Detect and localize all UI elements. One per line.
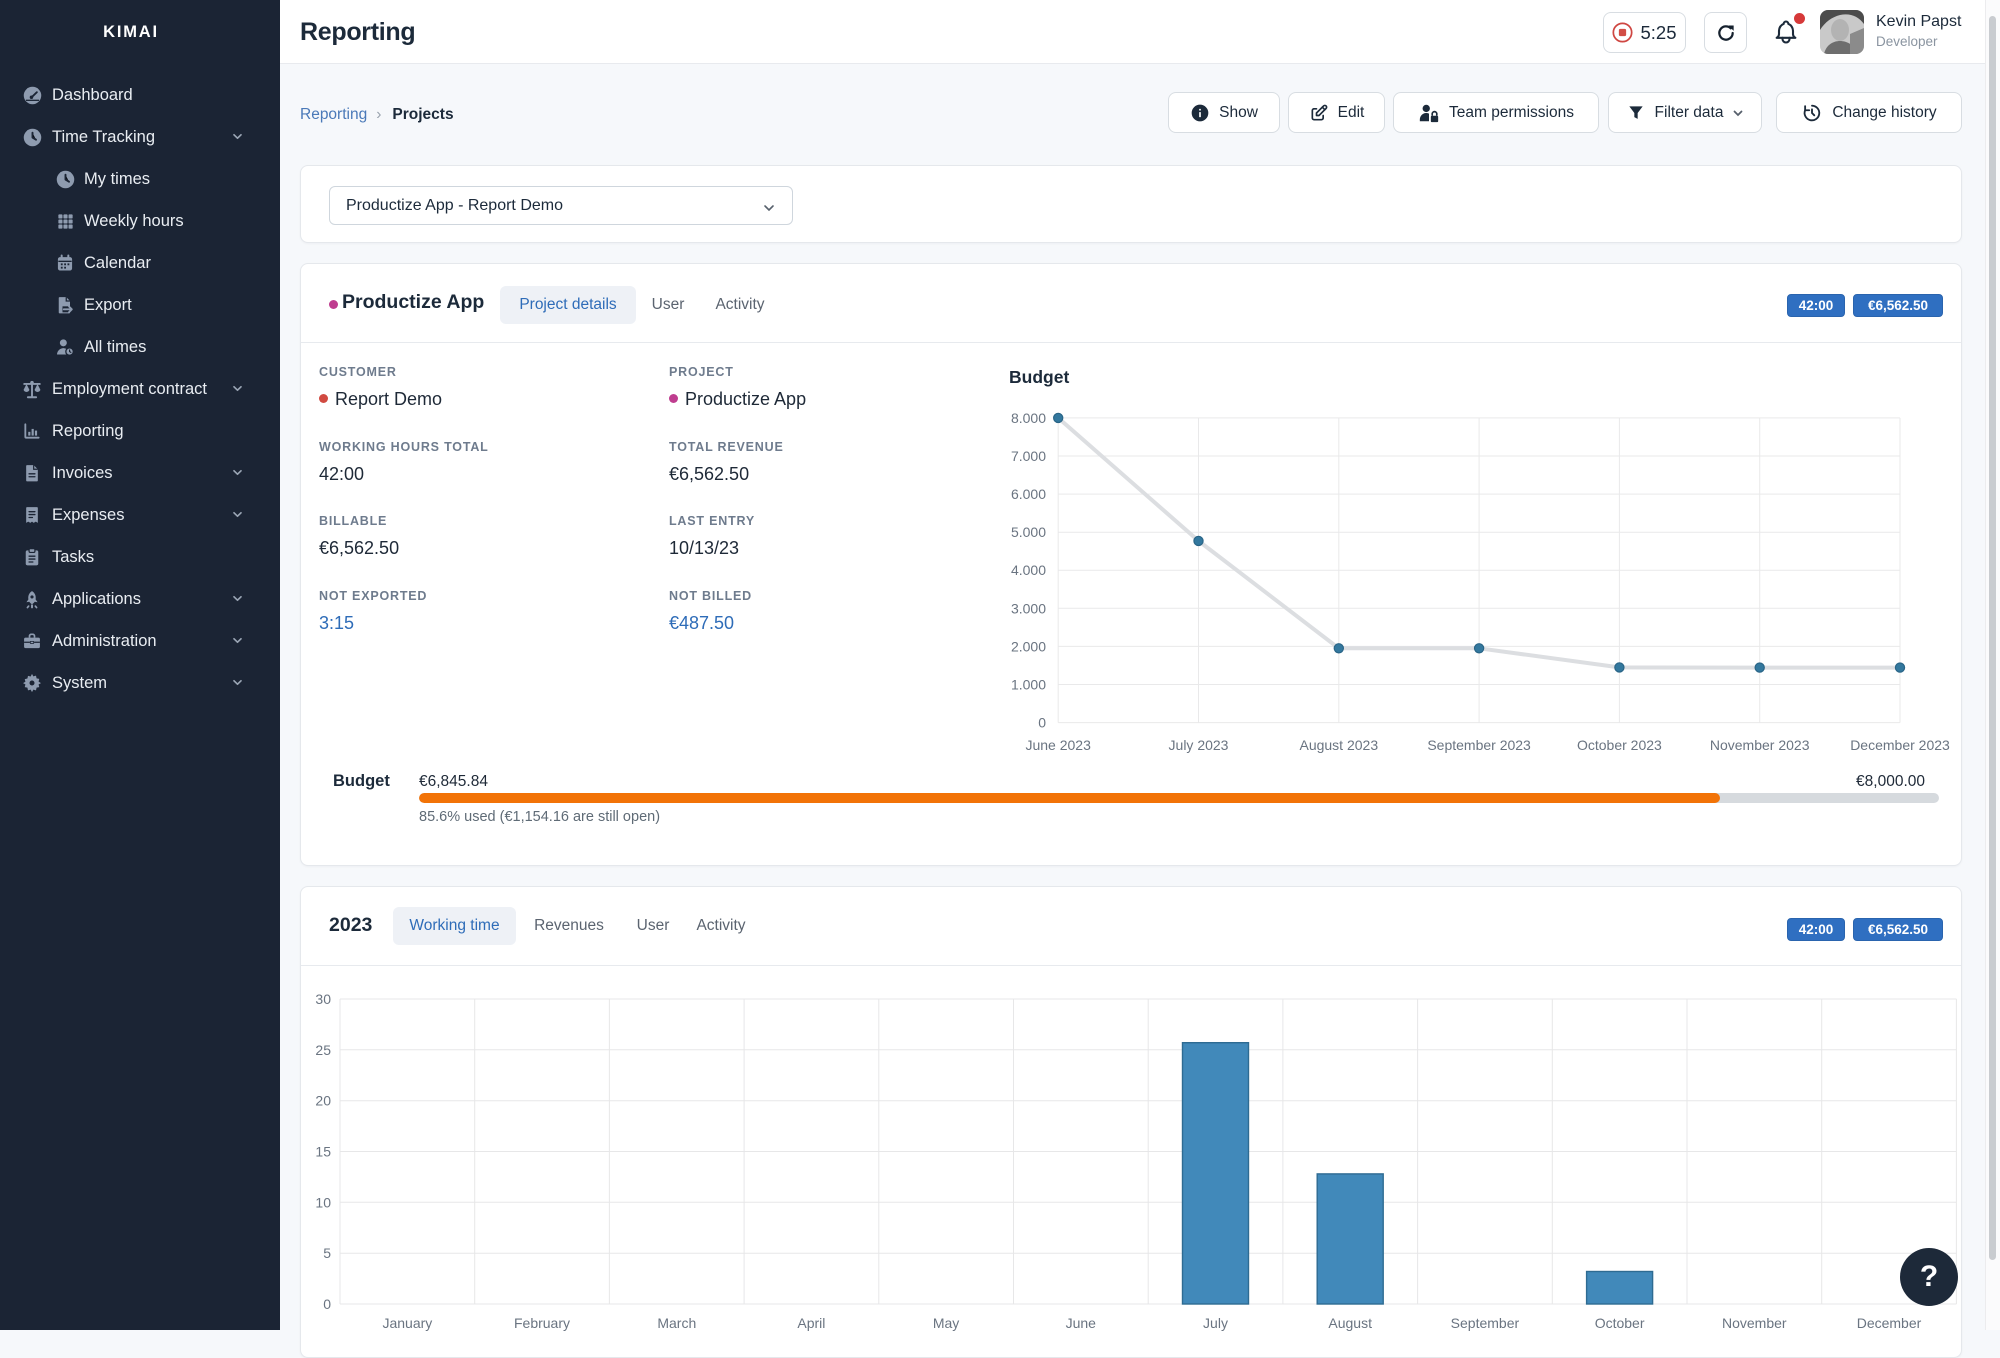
svg-text:25: 25 [315, 1042, 331, 1058]
svg-text:6.000: 6.000 [1011, 486, 1046, 502]
svg-text:March: March [657, 1315, 696, 1331]
svg-text:November: November [1722, 1315, 1787, 1331]
svg-text:September: September [1451, 1315, 1520, 1331]
svg-text:2.000: 2.000 [1011, 638, 1046, 654]
svg-text:July: July [1203, 1315, 1228, 1331]
svg-text:December 2023: December 2023 [1850, 737, 1950, 753]
svg-text:30: 30 [315, 991, 331, 1007]
svg-text:3.000: 3.000 [1011, 600, 1046, 616]
svg-text:1.000: 1.000 [1011, 677, 1046, 693]
svg-text:August: August [1328, 1315, 1372, 1331]
svg-text:15: 15 [315, 1144, 331, 1160]
svg-text:Budget: Budget [1009, 367, 1069, 387]
svg-text:July 2023: July 2023 [1169, 737, 1229, 753]
svg-text:April: April [797, 1315, 825, 1331]
svg-text:7.000: 7.000 [1011, 448, 1046, 464]
svg-text:December: December [1857, 1315, 1922, 1331]
svg-text:May: May [933, 1315, 959, 1331]
svg-text:8.000: 8.000 [1011, 410, 1046, 426]
svg-text:June: June [1066, 1315, 1097, 1331]
svg-text:January: January [382, 1315, 432, 1331]
svg-text:October: October [1595, 1315, 1645, 1331]
svg-text:5.000: 5.000 [1011, 524, 1046, 540]
svg-text:20: 20 [315, 1093, 331, 1109]
svg-text:5: 5 [323, 1245, 331, 1261]
svg-text:June 2023: June 2023 [1025, 737, 1091, 753]
svg-text:0: 0 [1038, 715, 1046, 731]
svg-text:February: February [514, 1315, 570, 1331]
svg-text:October 2023: October 2023 [1577, 737, 1662, 753]
svg-text:4.000: 4.000 [1011, 562, 1046, 578]
svg-text:August 2023: August 2023 [1299, 737, 1378, 753]
svg-text:10: 10 [315, 1194, 331, 1210]
svg-text:November 2023: November 2023 [1710, 737, 1810, 753]
svg-text:September 2023: September 2023 [1427, 737, 1531, 753]
svg-text:0: 0 [323, 1296, 331, 1312]
